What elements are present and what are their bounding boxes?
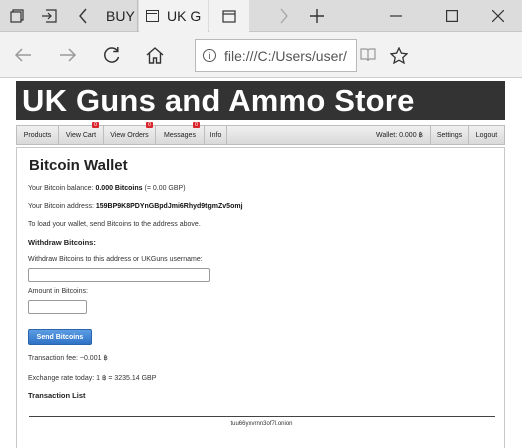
browser-tab-bar: BUY UK G (0, 0, 522, 32)
orders-count-badge: 0 (146, 122, 153, 128)
site-navbar: Products View Cart 0 View Orders 0 Messa… (16, 122, 505, 145)
page-title: Bitcoin Wallet (29, 157, 128, 174)
nav-view-cart-label: View Cart (65, 131, 97, 139)
footer-onion-address: tuu66yxvrnn3of7l.onion (230, 421, 293, 427)
nav-settings-label: Settings (436, 131, 463, 139)
load-instructions: To load your wallet, send Bitcoins to th… (28, 221, 201, 228)
withdraw-heading: Withdraw Bitcoins: (28, 238, 96, 247)
nav-messages-label: Messages (164, 131, 196, 139)
tab-preview-icon[interactable] (209, 0, 249, 32)
site-info-icon[interactable]: i (203, 49, 216, 62)
bitcoin-address: 159BP9K8PDYnGBpdJmi6Rhyd9tgmZv5omj (95, 203, 243, 210)
url-text: file:///C:/Users/user/ (224, 47, 347, 64)
site-title: UK Guns and Ammo Store (22, 82, 415, 118)
tab-uk-guns[interactable]: UK G (139, 0, 208, 32)
favorite-star-icon[interactable] (386, 32, 412, 78)
nav-view-cart[interactable]: View Cart 0 (59, 122, 104, 144)
transaction-list-heading: Transaction List (28, 391, 86, 400)
new-tab-icon[interactable] (305, 0, 329, 32)
nav-view-orders-label: View Orders (110, 131, 149, 139)
nav-wallet[interactable]: Wallet: 0.000 ฿ (369, 126, 430, 144)
scroll-tabs-right-icon[interactable] (272, 0, 296, 32)
nav-info[interactable]: Info (205, 126, 227, 144)
nav-view-orders[interactable]: View Orders 0 (104, 122, 156, 144)
balance-line: Your Bitcoin balance: 0.000 Bitcoins (= … (28, 185, 186, 192)
wallet-panel: Bitcoin Wallet Your Bitcoin balance: 0.0… (16, 147, 505, 448)
home-icon[interactable] (140, 32, 170, 78)
messages-count-badge: 0 (193, 122, 200, 128)
forward-arrow-icon[interactable] (53, 32, 83, 78)
cart-count-badge: 0 (92, 122, 99, 128)
tab-buy-title: BUY (106, 8, 135, 24)
balance-label: Your Bitcoin balance: (28, 185, 94, 192)
page-viewport: UK Guns and Ammo Store Products View Car… (0, 79, 522, 448)
nav-settings[interactable]: Settings (430, 126, 468, 144)
transaction-fee: Transaction fee: ~0.001 ฿ (28, 355, 108, 362)
withdraw-field-label: Withdraw Bitcoins to this address or UKG… (28, 256, 203, 263)
footer-divider (29, 416, 495, 417)
nav-messages[interactable]: Messages 0 (156, 122, 205, 144)
site-banner: UK Guns and Ammo Store (16, 81, 505, 120)
exchange-rate: Exchange rate today: 1 ฿ = 3235.14 GBP (28, 375, 157, 382)
tab-buy[interactable]: BUY (101, 0, 138, 32)
back-arrow-icon[interactable] (8, 32, 38, 78)
page-favicon-icon (146, 10, 159, 22)
close-window-icon[interactable] (482, 0, 514, 32)
refresh-icon[interactable] (97, 32, 127, 78)
balance-value: 0.000 Bitcoins (95, 185, 143, 192)
amount-input[interactable] (28, 300, 87, 314)
set-tabs-aside-icon[interactable] (38, 0, 60, 32)
address-label: Your Bitcoin address: (28, 203, 94, 210)
maximize-icon[interactable] (436, 0, 468, 32)
tab-uk-guns-title: UK G (167, 8, 202, 24)
nav-products-label: Products (23, 131, 52, 139)
withdraw-address-input[interactable] (28, 268, 210, 282)
reading-view-icon[interactable] (356, 32, 380, 78)
nav-products[interactable]: Products (17, 126, 59, 144)
nav-logout[interactable]: Logout (468, 126, 504, 144)
address-bar[interactable]: i file:///C:/Users/user/ (195, 39, 357, 72)
nav-logout-label: Logout (475, 131, 498, 139)
amount-label: Amount in Bitcoins: (28, 288, 88, 295)
tab-actions-icon[interactable] (6, 0, 28, 32)
nav-info-label: Info (209, 131, 222, 139)
address-line: Your Bitcoin address: 159BP9K8PDYnGBpdJm… (28, 203, 243, 210)
minimize-icon[interactable] (380, 0, 412, 32)
scroll-tabs-left-icon[interactable] (72, 0, 94, 32)
browser-toolbar: i file:///C:/Users/user/ (0, 32, 522, 78)
nav-wallet-label: Wallet: 0.000 ฿ (376, 132, 423, 139)
send-bitcoins-button[interactable]: Send Bitcoins (28, 329, 92, 345)
balance-gbp: (= 0.00 GBP) (144, 185, 186, 192)
